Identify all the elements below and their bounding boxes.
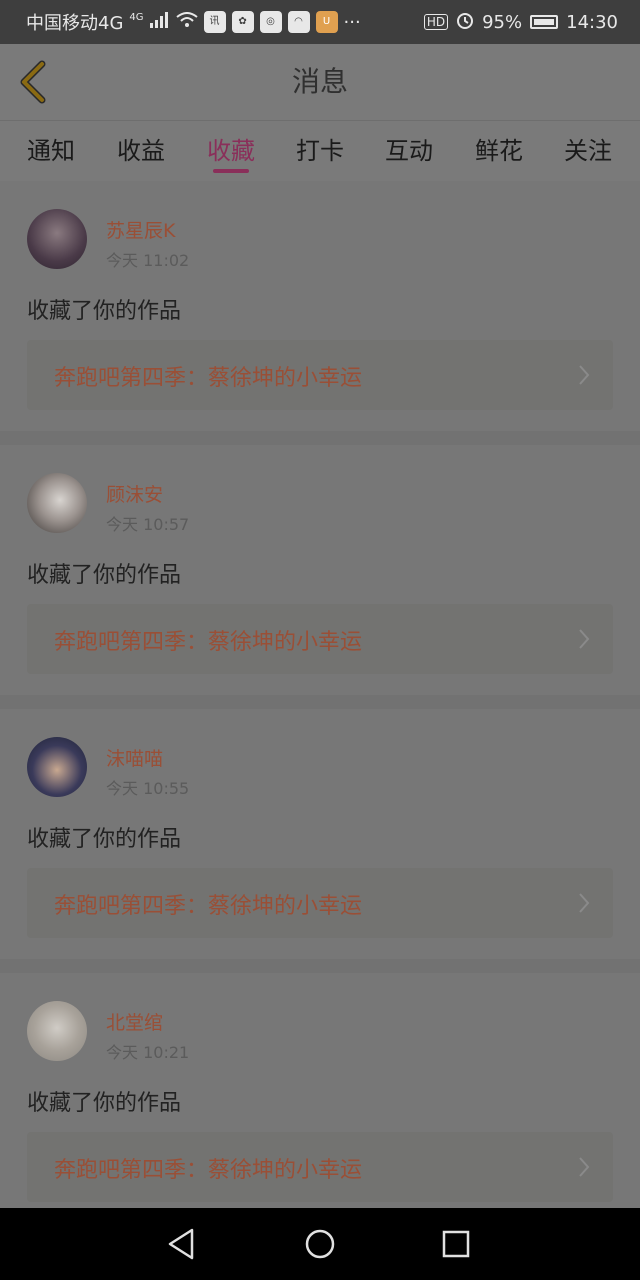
tab-flowers[interactable]: 鲜花 [475,131,523,166]
work-link[interactable]: 奔跑吧第四季：蔡徐坤的小幸运 [27,1132,613,1202]
battery-percent: 95% [482,11,523,33]
news-app-icon: 讯 [203,11,226,33]
work-title: 奔跑吧第四季：蔡徐坤的小幸运 [54,630,363,655]
timestamp: 今天 11:02 [106,251,190,270]
hd-badge: HD [423,14,449,30]
action-text: 收藏了你的作品 [27,827,182,852]
tab-following[interactable]: 关注 [564,131,612,166]
username[interactable]: 苏星辰K [106,216,175,243]
message-list: 苏星辰K 今天 11:02 收藏了你的作品 奔跑吧第四季：蔡徐坤的小幸运 顾沫安… [0,181,640,1223]
network-badge: 4G [129,11,144,23]
work-link[interactable]: 奔跑吧第四季：蔡徐坤的小幸运 [27,340,613,410]
carrier-label: 中国移动4G [26,13,124,34]
chevron-right-icon [579,365,590,385]
action-text: 收藏了你的作品 [27,1091,182,1116]
tab-notifications[interactable]: 通知 [27,131,75,166]
uc-app-icon: U [315,11,338,33]
more-notifications-icon: ··· [343,11,361,33]
username[interactable]: 北堂绾 [106,1008,163,1035]
list-item: 沫喵喵 今天 10:55 收藏了你的作品 奔跑吧第四季：蔡徐坤的小幸运 [0,709,640,973]
status-bar: 中国移动4G 4G 讯 ✿ ◎ ◠ U ··· HD 95% 14:30 [0,0,640,44]
work-title: 奔跑吧第四季：蔡徐坤的小幸运 [54,1158,363,1183]
work-title: 奔跑吧第四季：蔡徐坤的小幸运 [54,366,363,391]
timestamp: 今天 10:57 [106,515,190,534]
chevron-right-icon [579,893,590,913]
timestamp: 今天 10:21 [106,1043,190,1062]
timestamp: 今天 10:55 [106,779,190,798]
recents-square-icon[interactable] [438,1226,474,1262]
browser-app-icon: ◎ [259,11,282,33]
back-triangle-icon[interactable] [164,1226,200,1262]
avatar[interactable] [27,209,87,269]
system-nav-bar [0,1208,640,1280]
alarm-icon [456,11,474,34]
work-link[interactable]: 奔跑吧第四季：蔡徐坤的小幸运 [27,868,613,938]
list-item: 顾沫安 今天 10:57 收藏了你的作品 奔跑吧第四季：蔡徐坤的小幸运 [0,445,640,709]
wifi-icon [175,11,198,33]
active-tab-indicator [213,169,249,173]
home-circle-icon[interactable] [302,1226,338,1262]
status-right: HD 95% 14:30 [423,11,618,34]
battery-icon [530,15,559,29]
action-text: 收藏了你的作品 [27,563,182,588]
username[interactable]: 顾沫安 [106,480,163,507]
tab-favorites[interactable]: 收藏 [207,131,255,166]
avatar[interactable] [27,737,87,797]
app-header: 消息 [0,44,640,121]
baidu-app-icon: ✿ [231,11,254,33]
tab-interactions[interactable]: 互动 [385,131,433,166]
list-item: 苏星辰K 今天 11:02 收藏了你的作品 奔跑吧第四季：蔡徐坤的小幸运 [0,181,640,445]
chevron-right-icon [579,629,590,649]
tab-bar: 通知 收益 收藏 打卡 互动 鲜花 关注 [0,121,640,181]
avatar[interactable] [27,473,87,533]
signal-icon [149,11,170,33]
chevron-right-icon [579,1157,590,1177]
avatar[interactable] [27,1001,87,1061]
page-title: 消息 [291,65,348,98]
list-item: 北堂绾 今天 10:21 收藏了你的作品 奔跑吧第四季：蔡徐坤的小幸运 [0,973,640,1223]
work-link[interactable]: 奔跑吧第四季：蔡徐坤的小幸运 [27,604,613,674]
tab-checkin[interactable]: 打卡 [296,131,344,166]
clock-time: 14:30 [566,11,618,33]
status-left: 中国移动4G 4G 讯 ✿ ◎ ◠ U ··· [26,9,361,35]
work-title: 奔跑吧第四季：蔡徐坤的小幸运 [54,894,363,919]
tab-earnings[interactable]: 收益 [117,131,165,166]
action-text: 收藏了你的作品 [27,299,182,324]
cloud-app-icon: ◠ [287,11,310,33]
username[interactable]: 沫喵喵 [106,744,163,771]
